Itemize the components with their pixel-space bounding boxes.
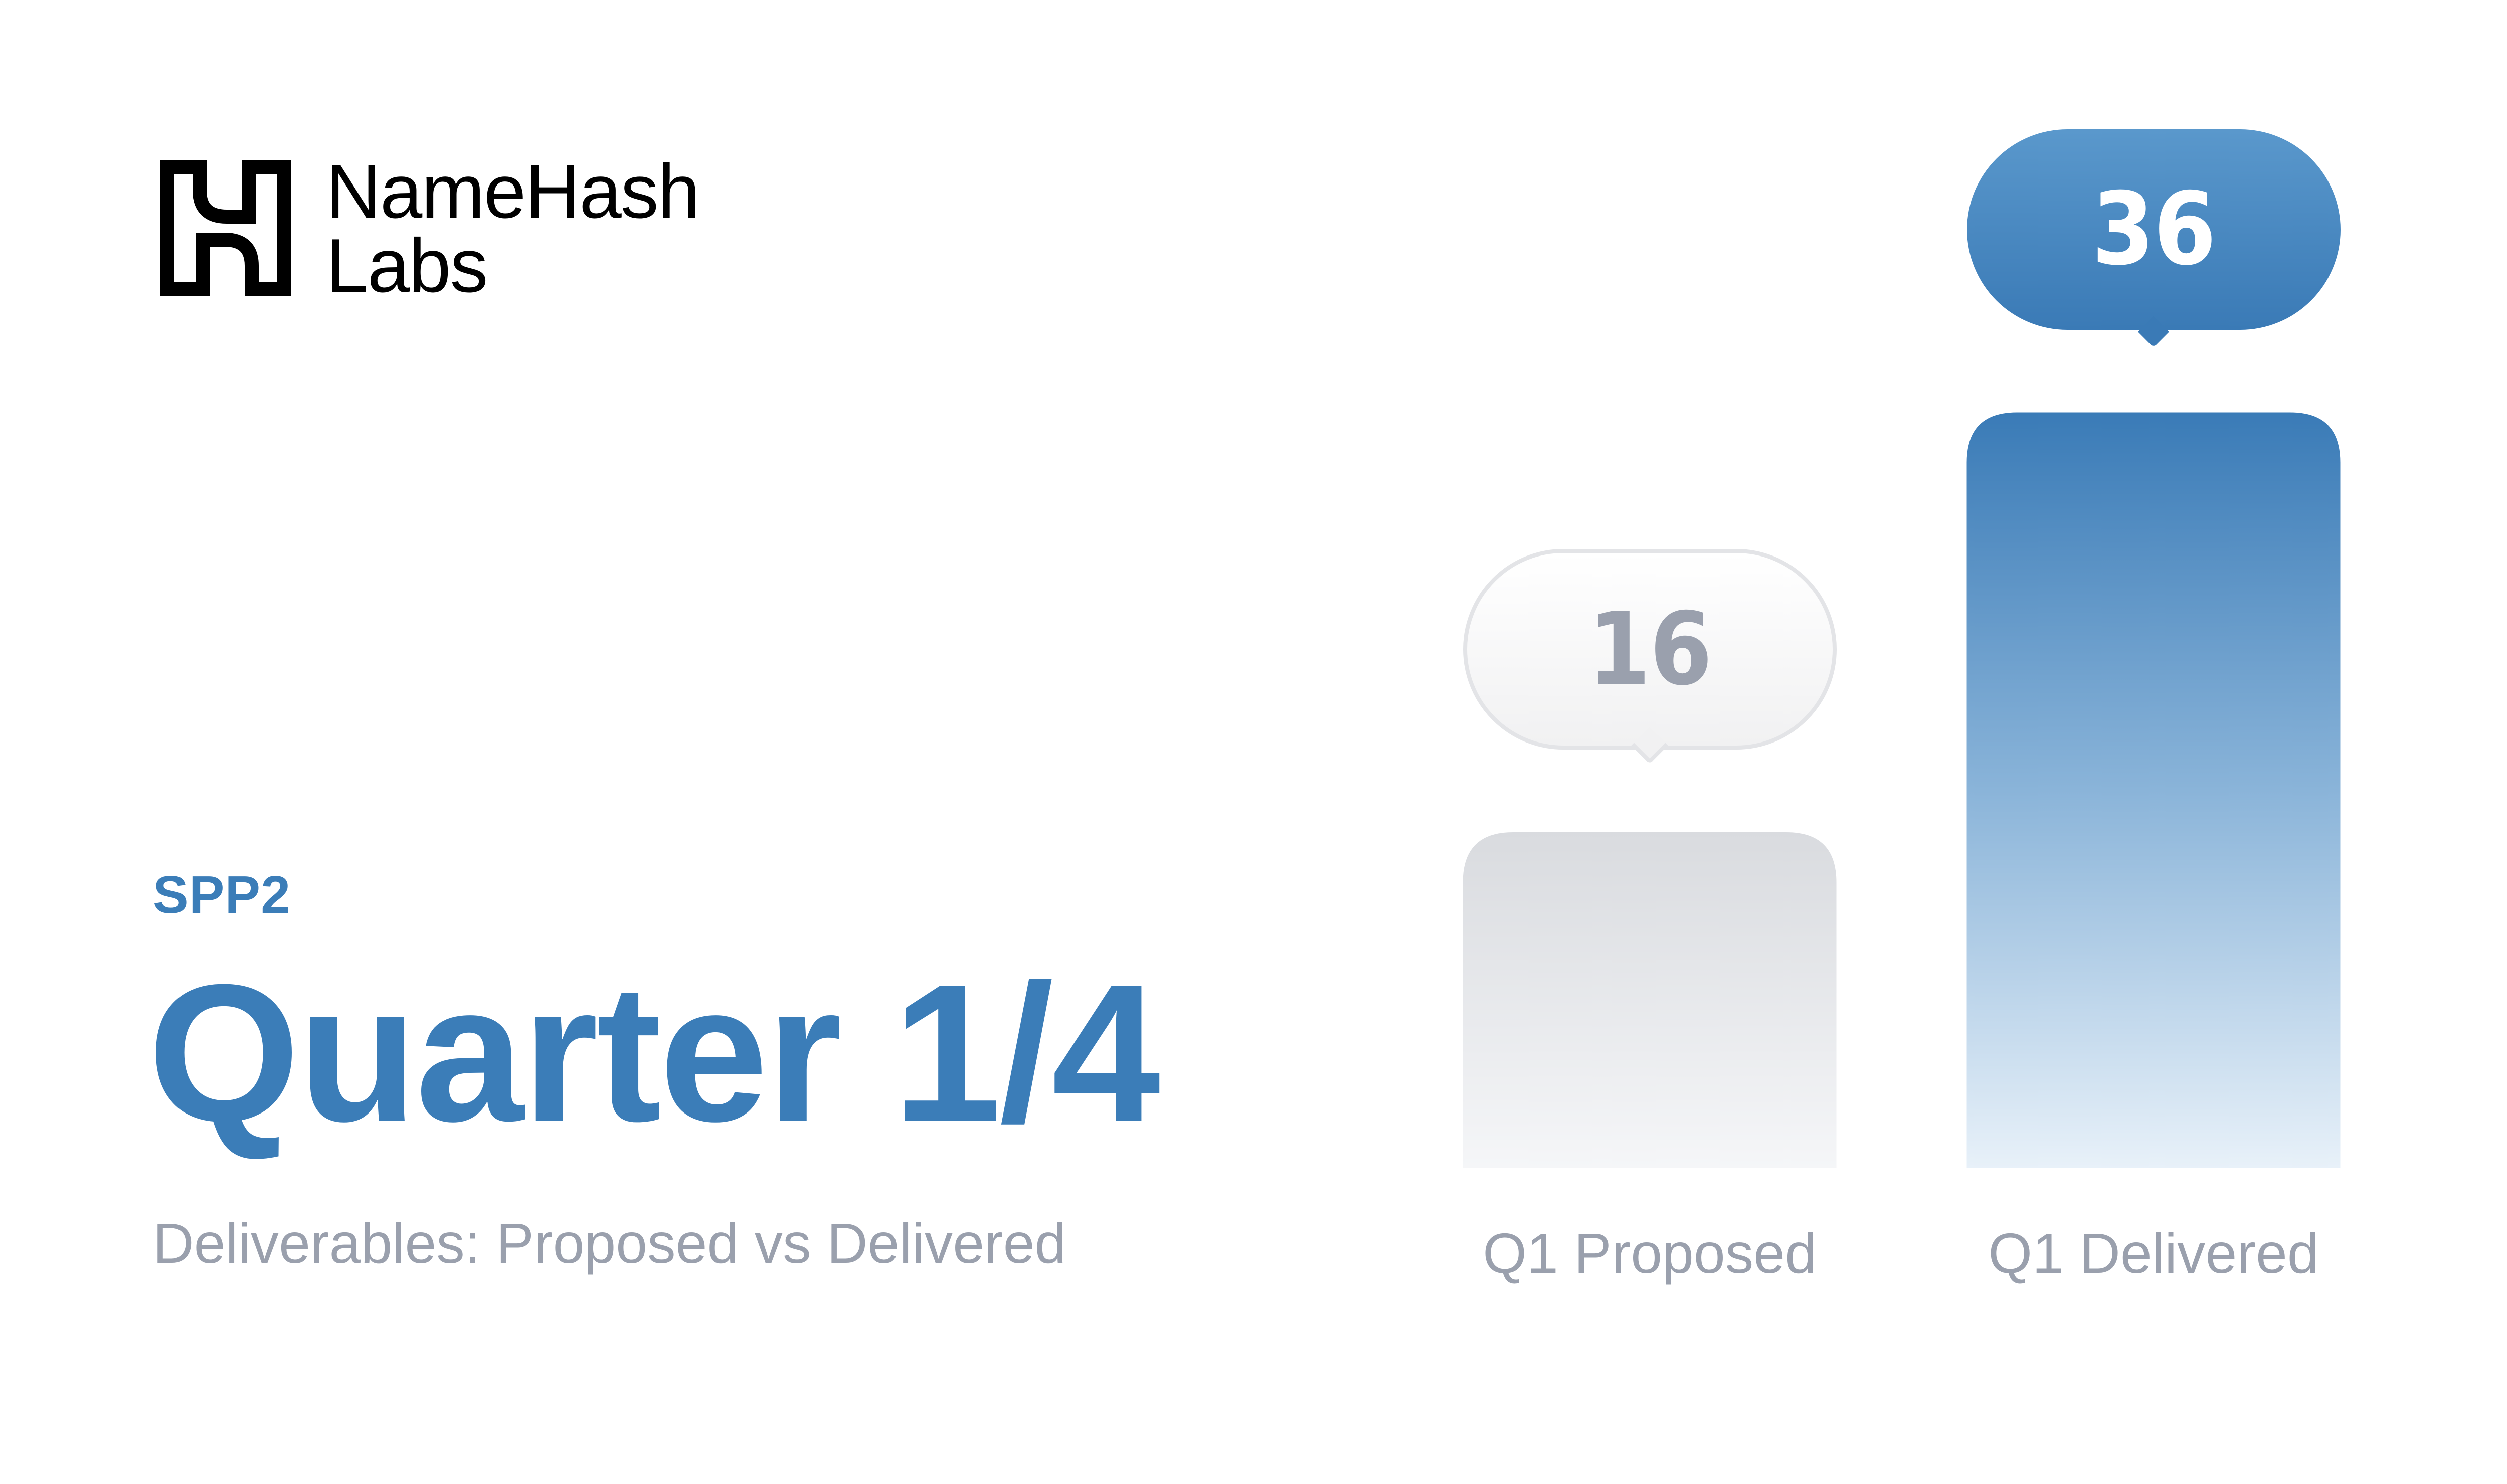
brand-name-line2: Labs [326,223,488,308]
namehash-logo-icon [160,160,291,296]
data-label-q1-delivered: 36 [1966,129,2341,330]
bar-chart: 16 36 Q1 Proposed Q1 Delivered [1193,129,2507,1329]
chart-canvas [1193,327,2507,1169]
bar-q1-proposed [1463,832,1837,1168]
page-subtitle: Deliverables: Proposed vs Delivered [153,1212,1066,1275]
category-label-q1-delivered: Q1 Delivered [1988,1222,2319,1285]
brand-name-line1: NameHash [326,149,700,234]
eyebrow-label: SPP2 [153,865,291,924]
page-title: Quarter 1/4 [148,944,1160,1162]
bar-q1-delivered [1966,412,2341,1168]
brand-name: NameHash Labs [326,149,700,308]
data-label-q1-proposed: 16 [1463,549,1837,750]
category-label-q1-proposed: Q1 Proposed [1483,1222,1817,1285]
brand-logo: NameHash Labs [160,153,700,304]
bars [1463,412,2341,1168]
